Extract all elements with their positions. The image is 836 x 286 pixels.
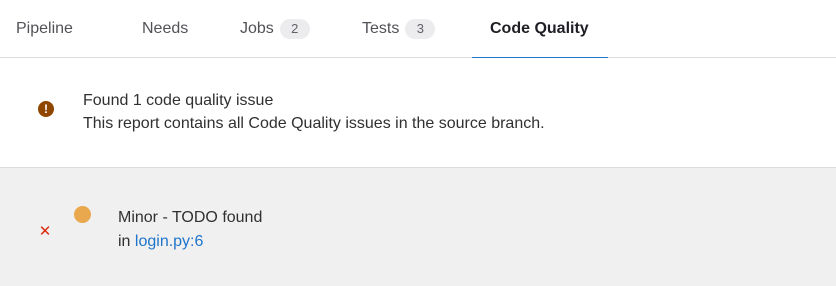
- code-quality-issue-row: ✕ Minor - TODO found in login.py:6: [0, 168, 836, 286]
- summary-title: Found 1 code quality issue: [83, 92, 274, 109]
- location-prefix: in: [118, 233, 131, 250]
- file-location-link[interactable]: login.py:6: [135, 233, 204, 250]
- close-icon: ✕: [38, 223, 52, 240]
- summary-description: This report contains all Code Quality is…: [83, 115, 545, 132]
- pipeline-tabs: Pipeline Needs Jobs 2 Tests 3 Code Quali…: [0, 0, 836, 59]
- tab-needs[interactable]: Needs: [142, 0, 188, 58]
- tab-tests[interactable]: Tests 3: [362, 0, 436, 58]
- code-quality-page: Pipeline Needs Jobs 2 Tests 3 Code Quali…: [0, 0, 836, 286]
- tab-pipeline[interactable]: Pipeline: [16, 0, 73, 58]
- tab-label: Tests: [362, 20, 400, 37]
- issue-title: Minor - TODO found: [118, 209, 263, 226]
- tests-count-badge: 3: [405, 19, 436, 39]
- jobs-count-badge: 2: [279, 19, 310, 39]
- tab-label: Code Quality: [490, 20, 589, 37]
- tab-jobs[interactable]: Jobs 2: [240, 0, 310, 58]
- tab-label: Jobs: [240, 20, 274, 37]
- severity-dot-icon: [74, 206, 91, 223]
- warning-icon: !: [38, 101, 54, 117]
- tab-label: Needs: [142, 20, 189, 37]
- tab-code-quality[interactable]: Code Quality: [472, 0, 608, 59]
- issue-location: in login.py:6: [118, 232, 203, 252]
- tab-label: Pipeline: [16, 20, 73, 37]
- code-quality-summary: ! Found 1 code quality issue This report…: [0, 58, 836, 168]
